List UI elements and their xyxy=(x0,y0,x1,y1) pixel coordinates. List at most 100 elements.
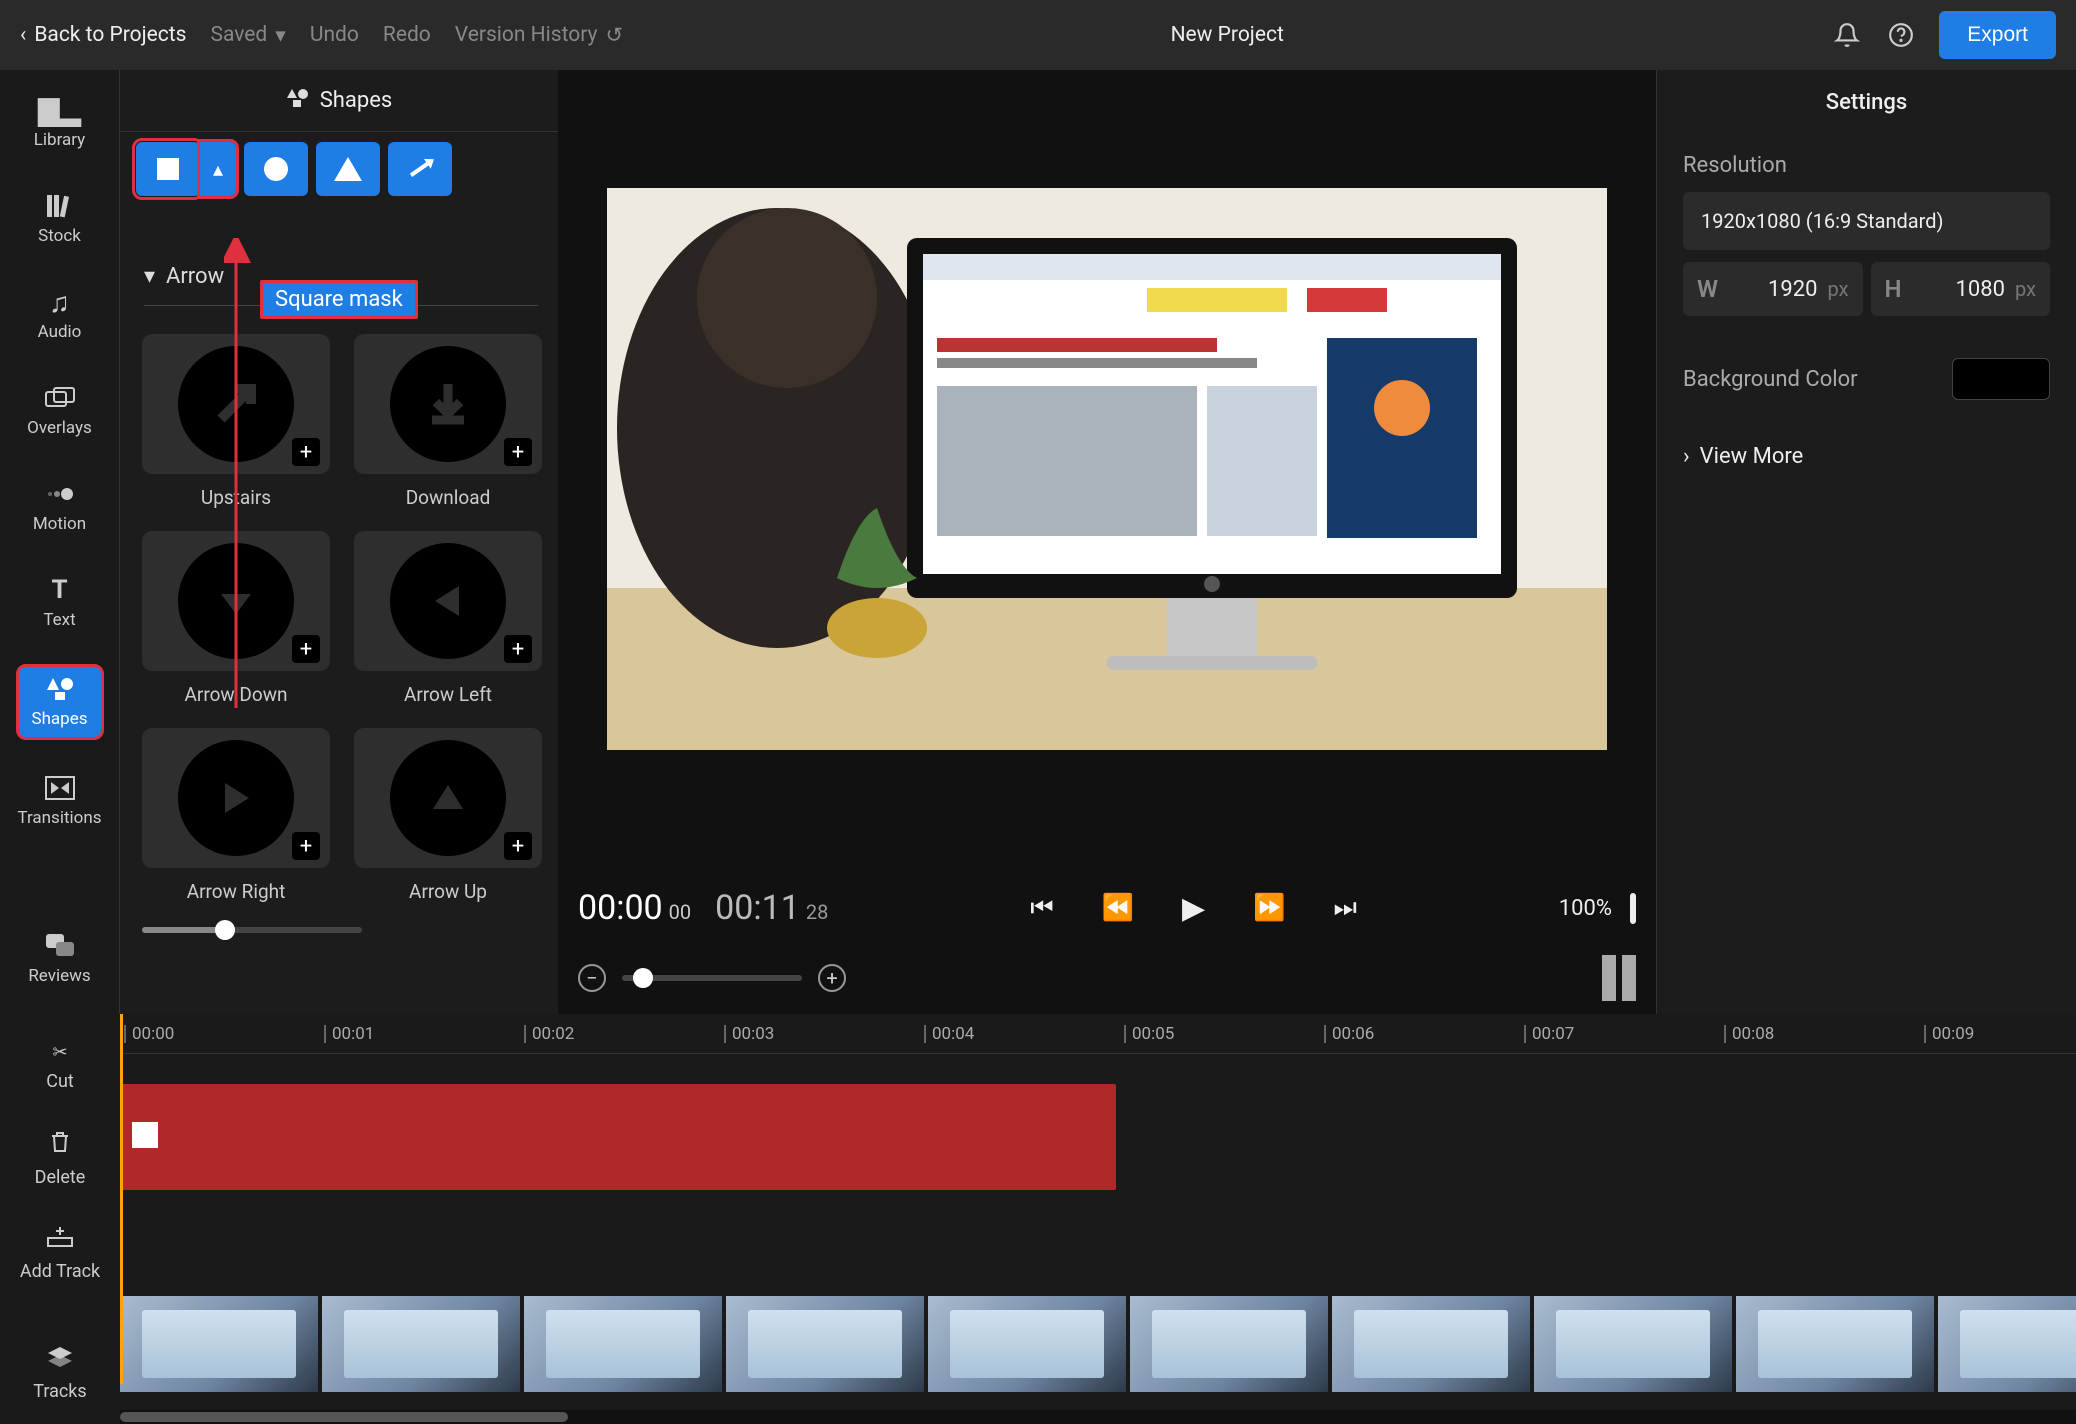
forward-icon[interactable]: ⏩ xyxy=(1253,893,1285,923)
rail-overlays[interactable]: Overlays xyxy=(16,376,104,446)
rewind-icon[interactable]: ⏪ xyxy=(1102,893,1134,923)
playback-controls: ⏮ ⏪ ▶ ⏩ ⏭ xyxy=(1030,891,1357,926)
help-icon[interactable] xyxy=(1885,19,1917,51)
add-icon[interactable]: + xyxy=(504,635,532,663)
rail-audio[interactable]: ♫ Audio xyxy=(16,280,104,350)
export-button[interactable]: Export xyxy=(1939,11,2056,59)
width-field[interactable]: W 1920 px xyxy=(1683,262,1863,316)
cut-label: Cut xyxy=(46,1071,74,1092)
height-label: H xyxy=(1885,275,1902,303)
ruler-tick: 00:06 xyxy=(1324,1014,1374,1054)
timeline-zoom-slider[interactable] xyxy=(622,975,802,981)
trash-icon xyxy=(49,1130,71,1159)
rail-reviews[interactable]: Reviews xyxy=(16,924,104,994)
layers-icon xyxy=(47,1346,73,1373)
clip-thumbnail xyxy=(120,1296,318,1392)
rail-shapes-label: Shapes xyxy=(31,709,87,729)
go-start-icon[interactable]: ⏮ xyxy=(1030,893,1053,924)
ruler-tick: 00:02 xyxy=(524,1014,574,1054)
shapes-panel: Shapes ▴ Square mask ▾ Arrow + Upstairs xyxy=(120,70,558,1014)
tracks-button[interactable]: Tracks xyxy=(33,1346,86,1402)
add-track-button[interactable]: Add Track xyxy=(20,1226,100,1282)
chevron-down-icon: ▾ xyxy=(144,264,155,289)
add-icon[interactable]: + xyxy=(292,635,320,663)
ruler-tick: 00:08 xyxy=(1724,1014,1774,1054)
height-field[interactable]: H 1080 px xyxy=(1871,262,2051,316)
square-mask-button[interactable] xyxy=(136,142,200,196)
undo-button[interactable]: Undo xyxy=(310,23,359,47)
resolution-value: 1920x1080 (16:9 Standard) xyxy=(1701,209,1944,233)
width-label: W xyxy=(1697,275,1718,303)
rail-motion[interactable]: Motion xyxy=(16,472,104,542)
preview-area: 00:0000 00:1128 ⏮ ⏪ ▶ ⏩ ⏭ 100% − + xyxy=(558,70,1656,1014)
fullscreen-icon[interactable] xyxy=(1630,896,1636,921)
notifications-icon[interactable] xyxy=(1831,19,1863,51)
ruler-tick: 00:03 xyxy=(724,1014,774,1054)
add-icon[interactable]: + xyxy=(292,832,320,860)
chat-icon xyxy=(43,932,77,960)
section-arrow-label: Arrow xyxy=(166,264,224,289)
timeline-scrollbar[interactable] xyxy=(120,1410,2076,1424)
delete-button[interactable]: Delete xyxy=(35,1130,86,1188)
rail-stock[interactable]: Stock xyxy=(16,184,104,254)
width-value: 1920 xyxy=(1728,277,1817,302)
timeline-zoom-row: − + xyxy=(558,948,1656,1014)
resolution-dropdown[interactable]: 1920x1080 (16:9 Standard) xyxy=(1683,192,2050,250)
preview-zoom: 100% xyxy=(1559,896,1636,921)
shape-label: Arrow Down xyxy=(185,683,288,706)
play-icon[interactable]: ▶ xyxy=(1182,891,1205,926)
duration-time: 00:11 xyxy=(715,888,800,928)
time-ruler[interactable]: 00:0000:0100:0200:0300:0400:0500:0600:07… xyxy=(120,1014,2076,1054)
circle-mask-button[interactable] xyxy=(244,142,308,196)
back-label: Back to Projects xyxy=(34,23,186,47)
folder-icon: ▇▂ xyxy=(43,96,77,124)
add-icon[interactable]: + xyxy=(504,438,532,466)
shape-upstairs[interactable]: + Upstairs xyxy=(142,334,330,509)
rail-transitions[interactable]: Transitions xyxy=(16,766,104,836)
timeline[interactable]: 00:0000:0100:0200:0300:0400:0500:0600:07… xyxy=(120,1014,2076,1424)
view-more-toggle[interactable]: › View More xyxy=(1683,444,2050,469)
rail-shapes[interactable]: Shapes xyxy=(16,664,104,740)
pen-mask-button[interactable] xyxy=(388,142,452,196)
zoom-in-icon[interactable]: + xyxy=(818,964,846,992)
redo-button[interactable]: Redo xyxy=(383,23,431,47)
back-to-projects[interactable]: ‹ Back to Projects xyxy=(20,23,187,47)
ruler-tick: 00:01 xyxy=(324,1014,374,1054)
resolution-label: Resolution xyxy=(1683,153,2050,178)
settings-panel: Settings Resolution 1920x1080 (16:9 Stan… xyxy=(1656,70,2076,1014)
shape-download[interactable]: + Download xyxy=(354,334,542,509)
zoom-percent-label[interactable]: 100% xyxy=(1559,896,1612,921)
delete-label: Delete xyxy=(35,1167,86,1188)
rail-library[interactable]: ▇▂ Library xyxy=(16,88,104,158)
cut-button[interactable]: ✂ Cut xyxy=(46,1042,74,1092)
saved-label: Saved xyxy=(211,23,268,47)
motion-icon xyxy=(43,480,77,508)
shape-arrow-right[interactable]: + Arrow Right xyxy=(142,728,330,903)
timeline-area: ✂ Cut Delete Add Track Tracks 00:0000:01… xyxy=(0,1014,2076,1424)
track-height-toggle[interactable] xyxy=(1602,955,1636,1001)
transport-bar: 00:0000 00:1128 ⏮ ⏪ ▶ ⏩ ⏭ 100% xyxy=(558,868,1656,948)
shape-clip[interactable] xyxy=(120,1084,1116,1190)
mask-dropdown-toggle[interactable]: ▴ xyxy=(200,142,236,196)
go-end-icon[interactable]: ⏭ xyxy=(1333,893,1356,924)
playhead[interactable] xyxy=(120,1014,123,1384)
shape-arrow-down[interactable]: + Arrow Down xyxy=(142,531,330,706)
add-icon[interactable]: + xyxy=(504,832,532,860)
triangle-mask-button[interactable] xyxy=(316,142,380,196)
add-icon[interactable]: + xyxy=(292,438,320,466)
project-title[interactable]: New Project xyxy=(647,23,1807,47)
save-status[interactable]: Saved ▾ xyxy=(211,23,286,48)
video-preview[interactable] xyxy=(607,188,1607,750)
rail-text[interactable]: T Text xyxy=(16,568,104,638)
shape-label: Arrow Left xyxy=(404,683,492,706)
clip-square-icon xyxy=(132,1122,158,1148)
shape-arrow-up[interactable]: + Arrow Up xyxy=(354,728,542,903)
clip-thumbnail xyxy=(1534,1296,1732,1392)
version-history-button[interactable]: Version History ↺ xyxy=(455,23,623,48)
shape-arrow-left[interactable]: + Arrow Left xyxy=(354,531,542,706)
video-clip-track[interactable] xyxy=(120,1296,2076,1396)
shapes-panel-header: Shapes xyxy=(120,70,558,132)
bg-color-swatch[interactable] xyxy=(1952,358,2050,400)
thumbnail-size-slider[interactable] xyxy=(142,927,362,933)
zoom-out-icon[interactable]: − xyxy=(578,964,606,992)
